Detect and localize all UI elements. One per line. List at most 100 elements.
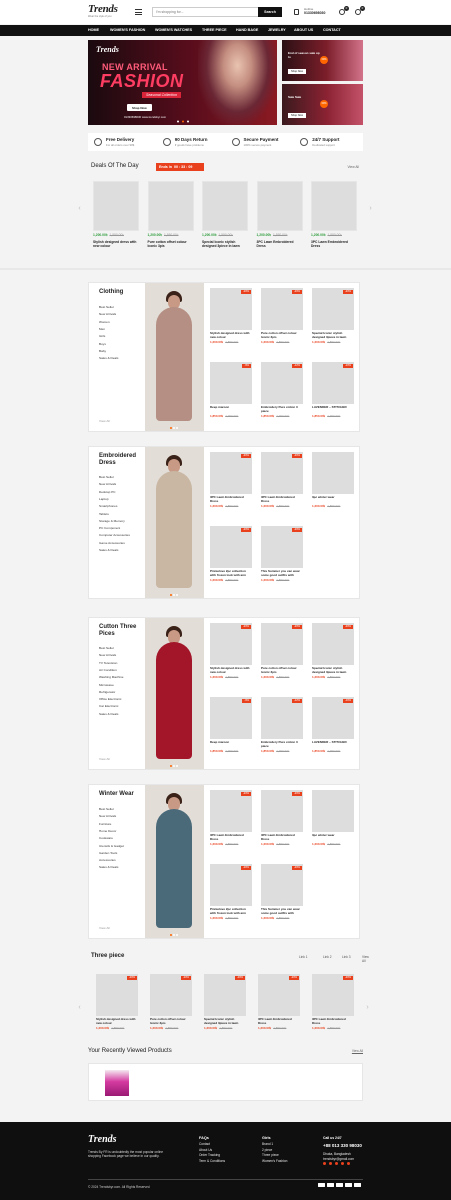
product-card[interactable]: -20% Stylish designed dress with new colo… <box>210 288 252 346</box>
product-card[interactable]: -20% This Summer you can wear some good o… <box>261 526 303 584</box>
product-name[interactable]: 3PC Lawn Embroidered Dress <box>257 240 303 248</box>
three-piece-link[interactable]: Link 3 <box>342 955 351 959</box>
product-name[interactable]: Pinnielove 2pc collection with frozen lo… <box>210 908 252 915</box>
footer-faq-heading[interactable]: FAQs <box>199 1136 209 1140</box>
product-name[interactable]: Stylish designed dress with new colour <box>210 332 252 339</box>
footer-link[interactable]: Women's Fashion <box>262 1159 287 1163</box>
product-image[interactable]: -20% <box>312 288 354 330</box>
product-image[interactable]: -20% <box>261 623 303 665</box>
product-card[interactable]: -20% Special Iconic stylish designed 3pie… <box>312 288 354 346</box>
product-name[interactable]: 3PC Lawn Embroidered Dress <box>261 496 303 503</box>
side-banner-1[interactable]: End of season sale up to 30% Shop Now <box>282 40 363 81</box>
facebook-icon[interactable] <box>323 1162 326 1165</box>
product-card[interactable]: -20% Stylish designed dress with new colo… <box>210 623 252 681</box>
category-link[interactable]: New Arrivals <box>99 482 116 486</box>
banner-shop-button[interactable]: Shop Now <box>127 104 152 111</box>
footer-link[interactable]: Contact <box>199 1142 210 1146</box>
category-link[interactable]: Cookware <box>99 836 113 840</box>
product-image[interactable]: -20% <box>261 288 303 330</box>
product-name[interactable]: Pure cotton offset colour Iconic 3pis <box>261 332 303 339</box>
product-image[interactable] <box>93 181 139 231</box>
product-image[interactable]: -10% <box>312 697 354 739</box>
category-link[interactable]: TV Television <box>99 661 117 665</box>
category-link[interactable]: Best Seller <box>99 305 114 309</box>
footer-link[interactable]: Order Tracking <box>199 1153 220 1157</box>
hotline[interactable]: Hotline 01330698030 <box>294 7 334 19</box>
product-card[interactable]: -20% Pure cotton offset colour Iconic 3pi… <box>150 974 192 1032</box>
category-link[interactable]: Best Seller <box>99 475 114 479</box>
product-card[interactable]: -20% 3PC Lawn Embroidered Dress 1,200.00৳ 1… <box>312 974 354 1032</box>
product-image[interactable] <box>202 181 248 231</box>
product-name[interactable]: This Summer you can wear some good outfi… <box>261 908 303 915</box>
side-banner-button[interactable]: Shop Now <box>288 69 306 74</box>
product-image[interactable]: -20% <box>312 623 354 665</box>
product-name[interactable]: 3pc winter wear <box>312 496 354 503</box>
product-card[interactable]: 1,200.00৳ 1,550.00৳ 3PC Lawn Embroidered D… <box>311 181 357 248</box>
product-name[interactable]: Pure cotton offset colour Iconic 3pis <box>150 1018 192 1025</box>
product-image[interactable]: -12% <box>261 697 303 739</box>
carousel-dots[interactable] <box>176 120 190 123</box>
product-image[interactable]: -20% <box>258 974 300 1016</box>
product-name[interactable]: Special Iconic stylish designed 3piece i… <box>202 240 248 248</box>
product-card[interactable]: -20% This Summer you can wear some good o… <box>261 864 303 922</box>
product-image[interactable]: -9% <box>210 697 252 739</box>
next-arrow-icon[interactable]: › <box>367 205 374 212</box>
category-link[interactable]: Accessories <box>99 858 116 862</box>
three-piece-link[interactable]: Link 1 <box>299 955 308 959</box>
footer-phone[interactable]: +88 013 330 98030 <box>323 1143 362 1148</box>
category-link[interactable]: Girls <box>99 334 105 338</box>
product-card[interactable]: 3pc winter wear 1,200.00৳ 1,550.00৳ <box>312 452 354 510</box>
product-card[interactable]: -20% Special Iconic stylish designed 3pie… <box>204 974 246 1032</box>
nav-item-jewelry[interactable]: Jewelry <box>268 25 286 36</box>
category-link[interactable]: Boys <box>99 342 106 346</box>
product-card[interactable]: -9% Deep maroon 1,850.00৳ 1,900.00৳ <box>210 697 252 755</box>
product-name[interactable]: Pinnielove 2pc collection with frozen lo… <box>210 570 252 577</box>
product-image[interactable] <box>312 790 354 832</box>
product-name[interactable]: Stylish designed dress with new colour <box>96 1018 138 1025</box>
product-name[interactable]: 3PC Lawn Embroidered Dress <box>258 1018 300 1025</box>
carousel-dots[interactable] <box>170 763 178 767</box>
footer-link[interactable]: Term & Conditions <box>199 1159 225 1163</box>
category-link[interactable]: Men <box>99 327 105 331</box>
product-image[interactable]: -12% <box>261 362 303 404</box>
carousel-dots[interactable] <box>170 425 178 429</box>
product-name[interactable]: 3PC Lawn Embroidered Dress <box>261 834 303 841</box>
product-name[interactable]: 3PC Lawn Embroidered Dress <box>210 496 252 503</box>
category-view-all[interactable]: View All <box>99 757 110 761</box>
product-name[interactable]: Special Iconic stylish designed 3piece i… <box>204 1018 246 1025</box>
category-link[interactable]: New Arrivals <box>99 653 116 657</box>
nav-item-hand-bage[interactable]: Hand Bage <box>236 25 258 36</box>
product-image[interactable]: -20% <box>210 526 252 568</box>
product-card[interactable]: -20% 3PC Lawn Embroidered Dress 1,200.00৳ 1… <box>261 790 303 848</box>
nav-item-three-piece[interactable]: Three Piece <box>202 25 227 36</box>
category-link[interactable]: Computer Accessories <box>99 533 130 537</box>
product-name[interactable]: Deep maroon <box>210 741 252 748</box>
product-card[interactable]: -20% 3PC Lawn Embroidered Dress 1,200.00৳ 1… <box>210 790 252 848</box>
product-image[interactable]: -20% <box>261 526 303 568</box>
product-name[interactable]: Deep maroon <box>210 406 252 413</box>
product-card[interactable]: -12% Embroidery Pure cotton 3 piece 1,850.… <box>261 362 303 420</box>
prev-arrow-icon[interactable]: ‹ <box>76 205 83 212</box>
search-button[interactable]: Search <box>258 7 282 17</box>
nav-item-women-s-watches[interactable]: Women's Watches <box>155 25 192 36</box>
category-link[interactable]: New Arrivals <box>99 814 116 818</box>
product-card[interactable]: -20% Special Iconic stylish designed 3pie… <box>312 623 354 681</box>
prev-arrow-icon[interactable]: ‹ <box>76 1004 83 1011</box>
category-link[interactable]: Women <box>99 320 110 324</box>
category-link[interactable]: Microwave <box>99 683 114 687</box>
category-link[interactable]: Refrigerator <box>99 690 115 694</box>
product-card[interactable]: -20% 3PC Lawn Embroidered Dress 1,200.00৳ 1… <box>261 452 303 510</box>
side-banner-button[interactable]: Shop Now <box>288 113 306 118</box>
product-name[interactable]: 3PC Lawn Embroidered Dress <box>311 240 357 248</box>
product-name[interactable]: Special Iconic stylish designed 3piece i… <box>312 667 354 674</box>
hero-banner[interactable]: Trends NEW ARRIVAL FASHION Seasonal Coll… <box>88 40 277 125</box>
category-banner-image[interactable] <box>145 283 204 431</box>
category-link[interactable]: Air Condition <box>99 668 117 672</box>
product-name[interactable]: Pure cotton offset colour Iconic 3pis <box>148 240 194 248</box>
product-image[interactable]: -20% <box>261 864 303 906</box>
product-name[interactable]: 3pc winter wear <box>312 834 354 841</box>
category-link[interactable]: PC Component <box>99 526 120 530</box>
three-piece-link[interactable]: Link 2 <box>323 955 332 959</box>
nav-item-contact[interactable]: Contact <box>323 25 341 36</box>
category-link[interactable]: Office Electronic <box>99 697 121 701</box>
